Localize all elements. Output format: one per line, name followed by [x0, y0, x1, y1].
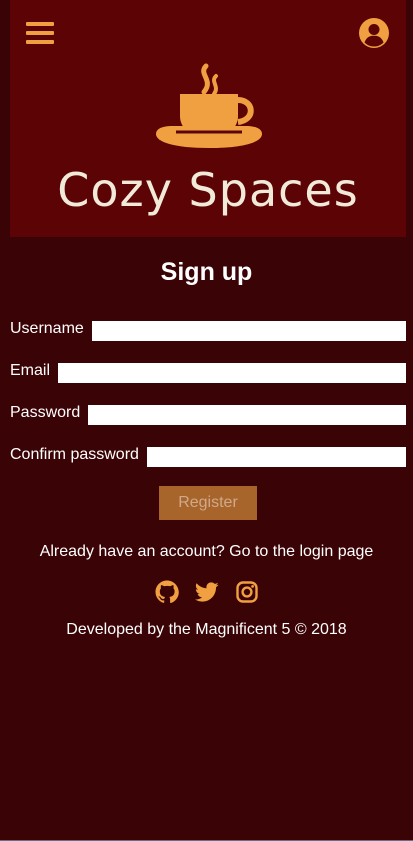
register-button[interactable]: Register	[159, 486, 257, 520]
user-circle-icon[interactable]	[358, 17, 390, 49]
social-links	[0, 580, 413, 604]
email-row: Email	[10, 360, 406, 383]
confirm-password-input[interactable]	[146, 447, 406, 467]
twitter-icon[interactable]	[194, 580, 220, 604]
email-input[interactable]	[58, 363, 406, 383]
email-label: Email	[10, 362, 51, 379]
brand-name: Cozy Spaces	[57, 163, 359, 217]
username-input[interactable]	[91, 321, 406, 341]
footer-credit: Developed by the Magnificent 5 © 2018	[66, 621, 347, 638]
login-prompt: Already have an account? Go to the login…	[0, 543, 413, 561]
password-row: Password	[10, 402, 406, 425]
login-prompt-text: Already have an account?	[39, 543, 225, 560]
username-row: Username	[10, 318, 406, 341]
login-link[interactable]: Go to the login page	[229, 543, 373, 560]
hamburger-menu-icon[interactable]	[26, 20, 54, 46]
password-input[interactable]	[88, 405, 406, 425]
confirm-password-row: Confirm password	[10, 444, 406, 467]
page-title: Sign up	[160, 258, 253, 286]
username-label: Username	[10, 320, 84, 337]
header-banner: Cozy Spaces	[10, 0, 406, 237]
instagram-icon[interactable]	[234, 580, 260, 604]
confirm-password-label: Confirm password	[10, 446, 139, 463]
github-icon[interactable]	[154, 580, 180, 604]
password-label: Password	[10, 404, 81, 421]
coffee-cup-icon	[156, 63, 262, 148]
